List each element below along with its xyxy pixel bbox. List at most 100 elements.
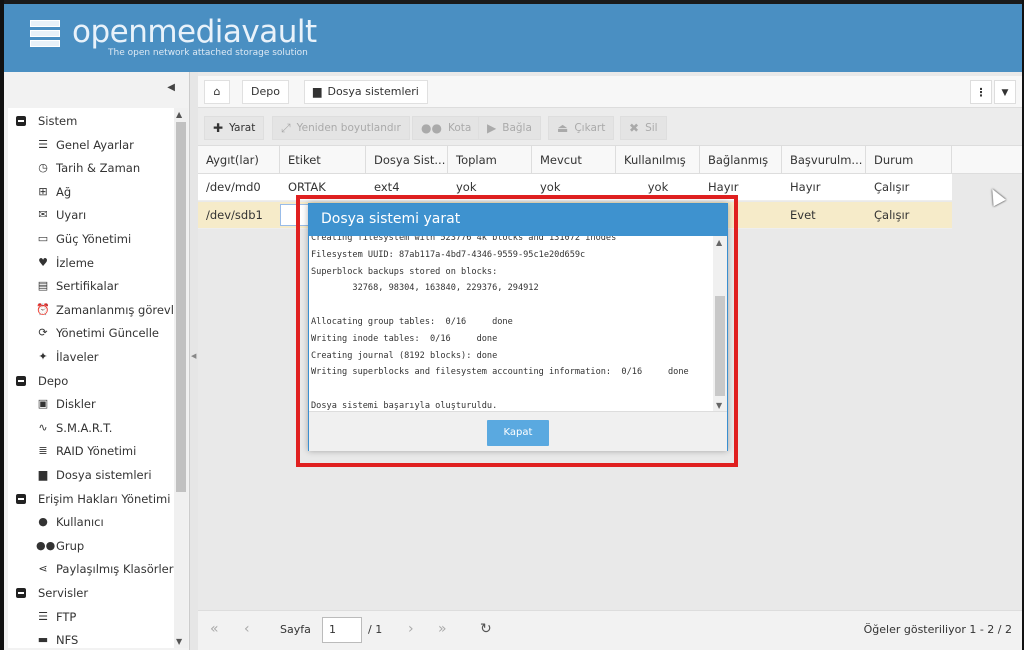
sidebar-item-label: Zamanlanmış görevler bbox=[56, 302, 174, 317]
sidebar-item-label: Sertifikalar bbox=[56, 279, 119, 294]
more-options-button[interactable]: ⋮ bbox=[970, 80, 992, 104]
sidebar-item[interactable]: ✦ İlaveler bbox=[36, 346, 98, 368]
column-header[interactable]: Başvurulm... bbox=[782, 146, 866, 174]
log-scrollbar[interactable]: ▲ ▼ bbox=[713, 236, 727, 411]
eject-icon: ⏏ bbox=[557, 121, 569, 135]
sidebar-item[interactable]: ▬ NFS bbox=[36, 629, 79, 648]
column-header[interactable]: Etiket bbox=[280, 146, 366, 174]
sidebar-item[interactable]: ▤ Sertifikalar bbox=[36, 275, 119, 297]
table-cell: Evet bbox=[790, 208, 816, 222]
sidebar-item[interactable]: ♥ İzleme bbox=[36, 252, 94, 274]
sidebar-item[interactable]: ●● Grup bbox=[36, 535, 84, 557]
log-line: Superblock backups stored on blocks: bbox=[311, 266, 498, 277]
sidebar-item[interactable]: Erişim Hakları Yönetimi bbox=[16, 488, 170, 510]
delete-button[interactable]: ✖ Sil bbox=[620, 116, 667, 140]
breadcrumb-current[interactable]: ▆ Dosya sistemleri bbox=[304, 80, 428, 104]
close-button[interactable]: Kapat bbox=[487, 420, 549, 446]
column-header[interactable]: Dosya Sist... bbox=[366, 146, 448, 174]
sidebar-item[interactable]: ◷ Tarih & Zaman bbox=[36, 157, 140, 179]
sidebar-scrollbar[interactable]: ▲ ▼ bbox=[174, 108, 188, 648]
breadcrumb-current-label: Dosya sistemleri bbox=[327, 85, 419, 98]
resize-button[interactable]: ⤢ Yeniden boyutlandır bbox=[272, 116, 410, 140]
first-page-icon[interactable]: « bbox=[210, 621, 219, 637]
minus-square-icon bbox=[16, 588, 26, 598]
column-header[interactable]: Mevcut bbox=[532, 146, 616, 174]
breadcrumb-depo-label: Depo bbox=[251, 85, 280, 98]
sidebar-item[interactable]: ✉ Uyarı bbox=[36, 204, 86, 226]
toolbar: ✚ Yarat ⤢ Yeniden boyutlandır ●● Kota ▶ … bbox=[198, 108, 1022, 146]
users-icon: ●● bbox=[36, 538, 56, 552]
sidebar-item-label: Sistem bbox=[38, 114, 78, 128]
table-cell: Hayır bbox=[790, 180, 821, 194]
table-cell: /dev/md0 bbox=[206, 180, 261, 194]
breadcrumb-home[interactable]: ⌂ bbox=[204, 80, 230, 104]
dropdown-button[interactable]: ▼ bbox=[994, 80, 1016, 104]
log-line: Writing inode tables: 0/16 done bbox=[311, 333, 498, 344]
dialog-title: Dosya sistemi yarat bbox=[309, 204, 727, 236]
column-header[interactable]: Toplam bbox=[448, 146, 532, 174]
sidebar-item[interactable]: ☰ Genel Ayarlar bbox=[36, 134, 134, 156]
prev-page-icon[interactable]: ‹ bbox=[244, 621, 250, 637]
sidebar-item[interactable]: ▣ Diskler bbox=[36, 393, 96, 415]
database-icon: ≣ bbox=[38, 444, 48, 458]
sidebar-item-label: Tarih & Zaman bbox=[56, 161, 141, 176]
sidebar-item[interactable]: ● Kullanıcı bbox=[36, 511, 104, 533]
sidebar-item-label: Yönetimi Güncelle bbox=[56, 326, 160, 341]
sidebar-item[interactable]: ∿ S.M.A.R.T. bbox=[36, 417, 112, 439]
breadcrumb-depo[interactable]: Depo bbox=[242, 80, 289, 104]
eject-label: Çıkart bbox=[574, 122, 606, 134]
create-filesystem-dialog: Dosya sistemi yarat Creating filesystem … bbox=[308, 203, 728, 451]
close-icon: ✖ bbox=[629, 121, 640, 135]
sidebar-item[interactable]: ▭ Güç Yönetimi bbox=[36, 228, 131, 250]
sidebar-item[interactable]: ⋖ Paylaşılmış Klasörler bbox=[36, 558, 173, 580]
sidebar-item[interactable]: Servisler bbox=[16, 582, 88, 604]
home-icon: ⌂ bbox=[213, 85, 221, 98]
sidebar-item[interactable]: ▆ Dosya sistemleri bbox=[36, 464, 152, 486]
log-line: Allocating group tables: 0/16 done bbox=[311, 316, 513, 327]
column-header[interactable]: Durum bbox=[866, 146, 952, 174]
navigation-tree: Sistem ☰ Genel Ayarlar ◷ Tarih & Zaman ⊞ Ağ ✉ Uy… bbox=[8, 108, 174, 648]
sidebar-item-label: Güç Yönetimi bbox=[56, 232, 132, 246]
quota-label: Kota bbox=[447, 122, 472, 134]
mount-button[interactable]: ▶ Bağla bbox=[478, 116, 541, 140]
last-page-icon[interactable]: » bbox=[438, 621, 447, 637]
next-page-icon[interactable]: › bbox=[408, 621, 414, 637]
sidebar-item[interactable]: ⟳ Yönetimi Güncelle bbox=[36, 322, 159, 344]
collapse-sidebar-button[interactable]: ◀ bbox=[167, 82, 175, 93]
breadcrumb: ⌂ Depo ▆ Dosya sistemleri ⋮ ▼ bbox=[198, 76, 1022, 108]
eject-button[interactable]: ⏏ Çıkart bbox=[548, 116, 615, 140]
create-button[interactable]: ✚ Yarat bbox=[204, 116, 265, 140]
log-line: Dosya sistemi başarıyla oluşturuldu. bbox=[311, 400, 498, 411]
sidebar-item-label: İzleme bbox=[56, 255, 94, 270]
refresh-icon[interactable]: ↻ bbox=[480, 621, 492, 637]
omv-logo-icon bbox=[24, 16, 66, 54]
pagination-bar: « ‹ Sayfa 1 / 1 › » ↻ Öğeler gösteriliyo… bbox=[198, 610, 1022, 650]
folders-icon: ▆ bbox=[313, 85, 322, 98]
table-cell: /dev/sdb1 bbox=[206, 208, 263, 222]
minus-square-icon bbox=[16, 375, 26, 386]
network-icon: ⊞ bbox=[38, 184, 48, 198]
users-icon: ●● bbox=[421, 121, 442, 135]
share-icon: ⋖ bbox=[38, 562, 48, 576]
heartbeat-icon: ♥ bbox=[38, 255, 48, 269]
sidebar-item[interactable]: ≣ RAID Yönetimi bbox=[36, 440, 136, 462]
sidebar-item[interactable]: Sistem bbox=[16, 110, 77, 132]
sidebar-item-label: Paylaşılmış Klasörler bbox=[56, 562, 174, 577]
brand-name: openmediavault bbox=[72, 14, 317, 50]
page-number-input[interactable]: 1 bbox=[322, 617, 362, 643]
sidebar-item[interactable]: Depo bbox=[16, 370, 68, 392]
quota-button[interactable]: ●● Kota bbox=[412, 116, 481, 140]
column-header[interactable]: Bağlanmış bbox=[700, 146, 782, 174]
sidebar-item[interactable]: ☰ FTP bbox=[36, 606, 76, 628]
sidebar-item[interactable]: ⊞ Ağ bbox=[36, 181, 71, 203]
table-cell: Çalışır bbox=[874, 180, 910, 194]
log-line: Filesystem UUID: 87ab117a-4bd7-4346-9559… bbox=[311, 249, 586, 260]
sidebar-item[interactable]: ⏰ Zamanlanmış görevler bbox=[36, 299, 174, 321]
log-line: Writing superblocks and filesystem accou… bbox=[311, 367, 689, 378]
server-icon: ☰ bbox=[38, 609, 48, 623]
column-header[interactable]: Kullanılmış bbox=[616, 146, 700, 174]
sliders-icon: ☰ bbox=[38, 137, 48, 151]
sidebar-resize-handle[interactable]: ◀ bbox=[190, 72, 198, 650]
column-header[interactable]: Aygıt(lar) bbox=[198, 146, 280, 174]
sidebar-item-label: Dosya sistemleri bbox=[56, 468, 152, 482]
